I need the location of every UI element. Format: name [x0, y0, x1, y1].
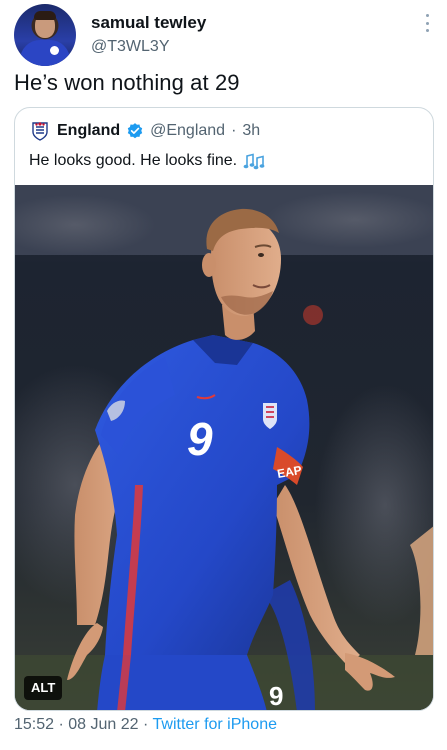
verified-badge-icon	[127, 123, 143, 139]
shirt-number: 9	[187, 413, 213, 465]
quoted-handle[interactable]: @England	[150, 122, 225, 140]
tweet-metadata: 15:52 · 08 Jun 22 · Twitter for iPhone	[14, 716, 277, 734]
quoted-display-name[interactable]: England	[57, 122, 120, 140]
header-separator: ·	[231, 122, 237, 139]
tweet-header: samual tewley @T3WL3Y	[0, 0, 447, 66]
alt-text-button[interactable]: ALT	[24, 676, 63, 700]
tweet-time[interactable]: 15:52	[14, 716, 54, 733]
author-display-name[interactable]: samual tewley	[91, 13, 206, 33]
more-options-icon[interactable]	[419, 12, 435, 34]
quoted-tweet-header: England @England · 3h	[29, 120, 260, 142]
quoted-tweet-age[interactable]: 3h	[242, 122, 260, 140]
meta-separator: ·	[143, 716, 149, 733]
player-photo-illustration: EAP 9 9	[15, 185, 433, 711]
music-notes-icon	[243, 153, 265, 170]
quoted-tweet-text: He looks good. He looks fine.	[29, 152, 238, 169]
user-avatar[interactable]	[14, 4, 76, 66]
quoted-tweet-text-row: He looks good. He looks fine.	[29, 152, 265, 170]
author-handle[interactable]: @T3WL3Y	[91, 38, 169, 56]
shorts-number: 9	[269, 681, 283, 711]
meta-separator: ·	[58, 716, 64, 733]
england-crest-icon	[32, 122, 48, 141]
tweet-text: He’s won nothing at 29	[14, 70, 240, 95]
quoted-tweet-photo[interactable]: EAP 9 9 ALT	[15, 185, 433, 711]
quoted-tweet-card[interactable]: England @England · 3h He looks good. He …	[14, 107, 434, 711]
tweet-source-link[interactable]: Twitter for iPhone	[153, 716, 278, 733]
tweet-date[interactable]: 08 Jun 22	[68, 716, 138, 733]
